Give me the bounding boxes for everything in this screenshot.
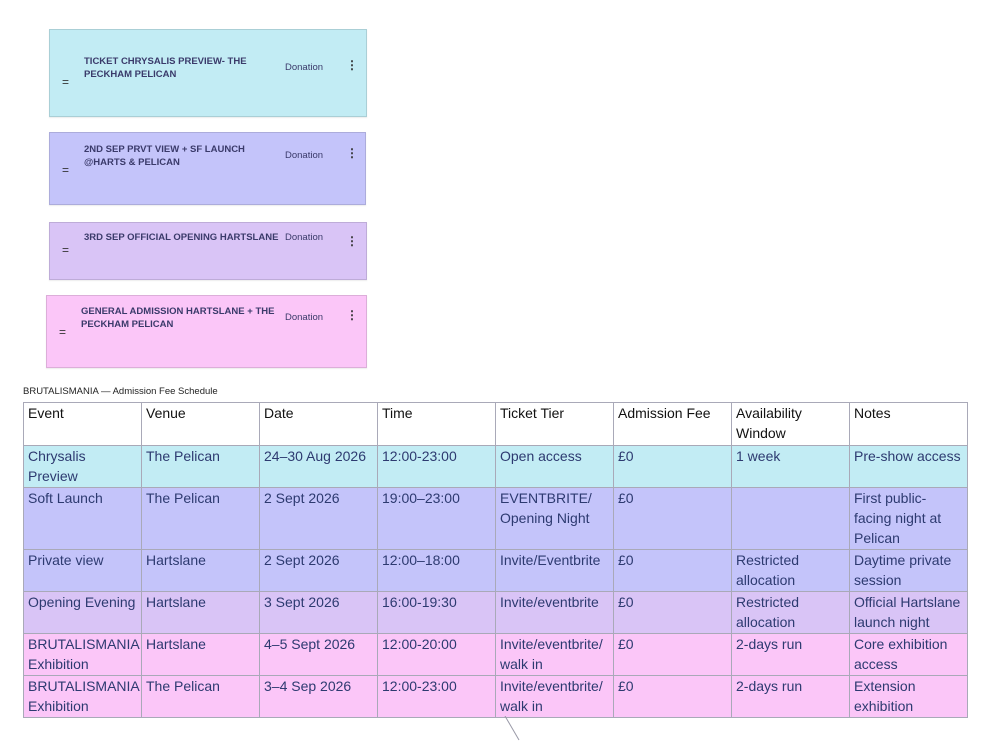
table-cell: £0 (613, 445, 732, 488)
connector-line (504, 716, 520, 741)
ticket-card-chrysalis-preview[interactable]: = TICKET CHRYSALIS PREVIEW- THE PECKHAM … (49, 29, 367, 117)
table-cell: The Pelican (141, 675, 260, 718)
table-cell: £0 (613, 487, 732, 550)
table-cell: Invite/eventbrite/ walk in (495, 633, 614, 676)
table-cell: BRUTALISMANIA Exhibition (23, 675, 142, 718)
table-cell: 4–5 Sept 2026 (259, 633, 378, 676)
table-row: BRUTALISMANIA Exhibition The Pelican 3–4… (23, 675, 968, 718)
table-cell: 24–30 Aug 2026 (259, 445, 378, 488)
table-cell: 12:00–18:00 (377, 549, 496, 592)
table-cell: BRUTALISMANIA Exhibition (23, 633, 142, 676)
table-cell: 2 Sept 2026 (259, 487, 378, 550)
table-cell: Chrysalis Preview (23, 445, 142, 488)
table-row: BRUTALISMANIA Exhibition Hartslane 4–5 S… (23, 633, 968, 676)
table-cell (731, 487, 850, 550)
table-cell: The Pelican (141, 487, 260, 550)
more-options-icon[interactable]: ⋮ (346, 309, 358, 321)
drag-handle-icon[interactable]: = (62, 164, 69, 176)
drag-handle-icon[interactable]: = (59, 326, 66, 338)
table-cell: Opening Evening (23, 591, 142, 634)
table-cell: 3–4 Sep 2026 (259, 675, 378, 718)
column-header: Notes (849, 402, 968, 446)
ticket-card-official-opening[interactable]: = 3RD SEP OFFICIAL OPENING HARTSLANE Don… (49, 222, 367, 280)
table-cell: Restricted allocation (731, 549, 850, 592)
column-header: Availability Window (731, 402, 850, 446)
table-cell: Private view (23, 549, 142, 592)
column-header: Venue (141, 402, 260, 446)
column-header: Admission Fee (613, 402, 732, 446)
table-header-row: Event Venue Date Time Ticket Tier Admiss… (23, 402, 968, 446)
table-cell: 12:00-23:00 (377, 675, 496, 718)
more-options-icon[interactable]: ⋮ (346, 59, 358, 71)
drag-handle-icon[interactable]: = (62, 76, 69, 88)
column-header: Ticket Tier (495, 402, 614, 446)
ticket-card-general-admission[interactable]: = GENERAL ADMISSION HARTSLANE + THE PECK… (46, 295, 367, 368)
ticket-card-private-view-soft-launch[interactable]: = 2ND SEP PRVT VIEW + SF LAUNCH @HARTS &… (49, 132, 366, 205)
ticket-title: 2ND SEP PRVT VIEW + SF LAUNCH @HARTS & P… (84, 144, 245, 168)
table-cell: Open access (495, 445, 614, 488)
table-cell: Core exhibition access (849, 633, 968, 676)
table-cell: 1 week (731, 445, 850, 488)
table-cell: Hartslane (141, 549, 260, 592)
table-cell: Hartslane (141, 633, 260, 676)
more-options-icon[interactable]: ⋮ (346, 235, 358, 247)
ticket-price: Donation (285, 312, 324, 323)
ticket-title: 3RD SEP OFFICIAL OPENING HARTSLANE (84, 232, 279, 243)
table-cell: 16:00-19:30 (377, 591, 496, 634)
table-row: Soft Launch The Pelican 2 Sept 2026 19:0… (23, 487, 968, 550)
drag-handle-icon[interactable]: = (62, 244, 69, 256)
ticket-price: Donation (285, 232, 324, 243)
table-cell: £0 (613, 633, 732, 676)
table-cell: 12:00-20:00 (377, 633, 496, 676)
table-cell: Official Hartslane launch night (849, 591, 968, 634)
table-cell: £0 (613, 675, 732, 718)
table-cell: Pre-show access (849, 445, 968, 488)
table-cell: 19:00–23:00 (377, 487, 496, 550)
table-caption: BRUTALISMANIA — Admission Fee Schedule (23, 386, 218, 397)
table-cell: Restricted allocation (731, 591, 850, 634)
ticket-title: TICKET CHRYSALIS PREVIEW- THE PECKHAM PE… (84, 56, 247, 80)
table-cell: 3 Sept 2026 (259, 591, 378, 634)
table-row: Opening Evening Hartslane 3 Sept 2026 16… (23, 591, 968, 634)
table-cell: Soft Launch (23, 487, 142, 550)
admission-fee-table: Event Venue Date Time Ticket Tier Admiss… (23, 402, 968, 718)
table-cell: 2-days run (731, 633, 850, 676)
column-header: Date (259, 402, 378, 446)
table-cell: Hartslane (141, 591, 260, 634)
table-cell: £0 (613, 591, 732, 634)
table-cell: First public-facing night at Pelican (849, 487, 968, 550)
table-cell: Extension exhibition (849, 675, 968, 718)
table-cell: £0 (613, 549, 732, 592)
table-cell: 12:00-23:00 (377, 445, 496, 488)
table-cell: EVENTBRITE/ Opening Night (495, 487, 614, 550)
table-row: Chrysalis Preview The Pelican 24–30 Aug … (23, 445, 968, 488)
table-cell: Invite/eventbrite (495, 591, 614, 634)
table-cell: Daytime private session (849, 549, 968, 592)
more-options-icon[interactable]: ⋮ (346, 147, 358, 159)
column-header: Time (377, 402, 496, 446)
table-cell: Invite/Eventbrite (495, 549, 614, 592)
table-row: Private view Hartslane 2 Sept 2026 12:00… (23, 549, 968, 592)
ticket-price: Donation (285, 62, 324, 73)
table-cell: Invite/eventbrite/ walk in (495, 675, 614, 718)
column-header: Event (23, 402, 142, 446)
ticket-title: GENERAL ADMISSION HARTSLANE + THE PECKHA… (81, 306, 275, 330)
table-cell: 2 Sept 2026 (259, 549, 378, 592)
table-cell: The Pelican (141, 445, 260, 488)
ticket-price: Donation (285, 150, 324, 161)
table-cell: 2-days run (731, 675, 850, 718)
